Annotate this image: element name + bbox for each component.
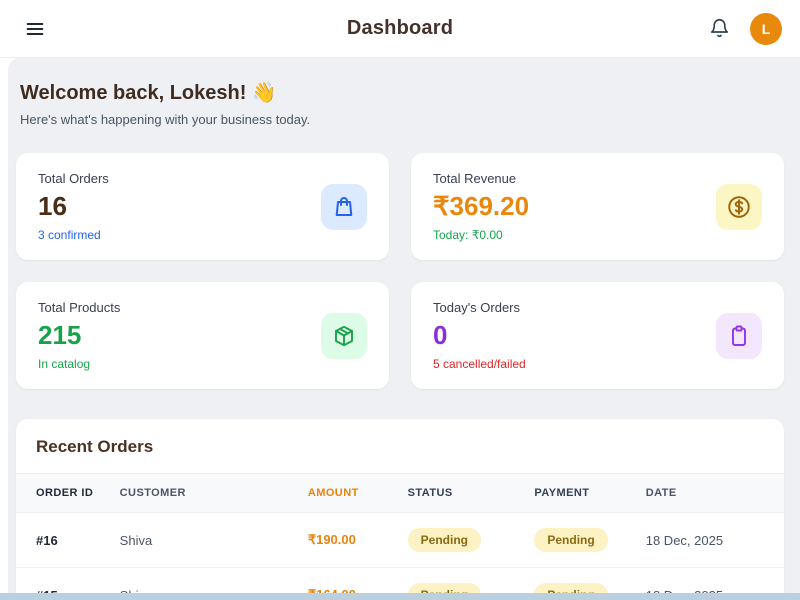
payment-badge: Pending <box>534 583 607 593</box>
table-row: #16 Shiva ₹190.00 Pending Pending 18 Dec… <box>16 513 784 568</box>
cell-date: 18 Dec, 2025 <box>646 513 784 568</box>
orders-table-header: ORDER ID CUSTOMER AMOUNT STATUS PAYMENT … <box>16 474 784 513</box>
page-title: Dashboard <box>347 17 453 40</box>
stat-card-total-products: Total Products 215 In catalog <box>16 282 389 389</box>
welcome-section: Welcome back, Lokesh! 👋 Here's what's ha… <box>8 58 800 131</box>
stats-grid: Total Orders 16 3 confirmed Total Revenu… <box>8 131 800 389</box>
stat-label: Total Revenue <box>433 171 529 186</box>
cell-customer: Shiva <box>120 568 308 594</box>
column-header-customer: CUSTOMER <box>120 474 308 513</box>
stat-label: Today's Orders <box>433 300 526 315</box>
shopping-bag-icon <box>321 184 367 230</box>
stat-value: 0 <box>433 320 526 351</box>
recent-orders-title: Recent Orders <box>16 419 784 473</box>
bottom-edge-strip <box>0 593 800 600</box>
stat-text: Total Products 215 In catalog <box>38 300 120 371</box>
welcome-title: Welcome back, Lokesh! 👋 <box>20 80 780 105</box>
payment-badge: Pending <box>534 528 607 552</box>
topbar-actions: L <box>705 13 782 45</box>
main-content: Welcome back, Lokesh! 👋 Here's what's ha… <box>8 58 800 593</box>
stat-subtext: 5 cancelled/failed <box>433 357 526 371</box>
hamburger-menu-button[interactable] <box>18 12 52 46</box>
column-header-status: STATUS <box>408 474 535 513</box>
cell-order-id: #15 <box>16 568 120 594</box>
top-bar: Dashboard L <box>0 0 800 58</box>
avatar-initial: L <box>762 21 771 37</box>
dollar-coin-icon <box>716 184 762 230</box>
stat-label: Total Products <box>38 300 120 315</box>
clipboard-icon <box>716 313 762 359</box>
cell-order-id: #16 <box>16 513 120 568</box>
user-avatar[interactable]: L <box>750 13 782 45</box>
column-header-order-id: ORDER ID <box>16 474 120 513</box>
cell-amount: ₹164.00 <box>308 568 408 594</box>
stat-value: 215 <box>38 320 120 351</box>
cell-date: 18 Dec, 2025 <box>646 568 784 594</box>
cell-customer: Shiva <box>120 513 308 568</box>
table-row: #15 Shiva ₹164.00 Pending Pending 18 Dec… <box>16 568 784 594</box>
welcome-subtitle: Here's what's happening with your busine… <box>20 112 780 127</box>
stat-value: 16 <box>38 191 109 222</box>
cell-amount: ₹190.00 <box>308 513 408 568</box>
stat-label: Total Orders <box>38 171 109 186</box>
notifications-button[interactable] <box>705 14 734 43</box>
stat-text: Total Revenue ₹369.20 Today: ₹0.00 <box>433 171 529 242</box>
column-header-amount: AMOUNT <box>308 474 408 513</box>
package-icon <box>321 313 367 359</box>
stat-subtext: Today: ₹0.00 <box>433 228 529 242</box>
status-badge: Pending <box>408 583 481 593</box>
stat-card-todays-orders: Today's Orders 0 5 cancelled/failed <box>411 282 784 389</box>
stat-subtext: 3 confirmed <box>38 228 109 242</box>
hamburger-icon <box>24 18 46 40</box>
stat-card-total-orders: Total Orders 16 3 confirmed <box>16 153 389 260</box>
status-badge: Pending <box>408 528 481 552</box>
column-header-date: DATE <box>646 474 784 513</box>
stat-subtext: In catalog <box>38 357 120 371</box>
stat-value: ₹369.20 <box>433 191 529 222</box>
stat-text: Total Orders 16 3 confirmed <box>38 171 109 242</box>
orders-table: ORDER ID CUSTOMER AMOUNT STATUS PAYMENT … <box>16 473 784 593</box>
column-header-payment: PAYMENT <box>534 474 645 513</box>
recent-orders-card: Recent Orders ORDER ID CUSTOMER AMOUNT S… <box>16 419 784 593</box>
stat-text: Today's Orders 0 5 cancelled/failed <box>433 300 526 371</box>
bell-icon <box>709 18 730 39</box>
stat-card-total-revenue: Total Revenue ₹369.20 Today: ₹0.00 <box>411 153 784 260</box>
